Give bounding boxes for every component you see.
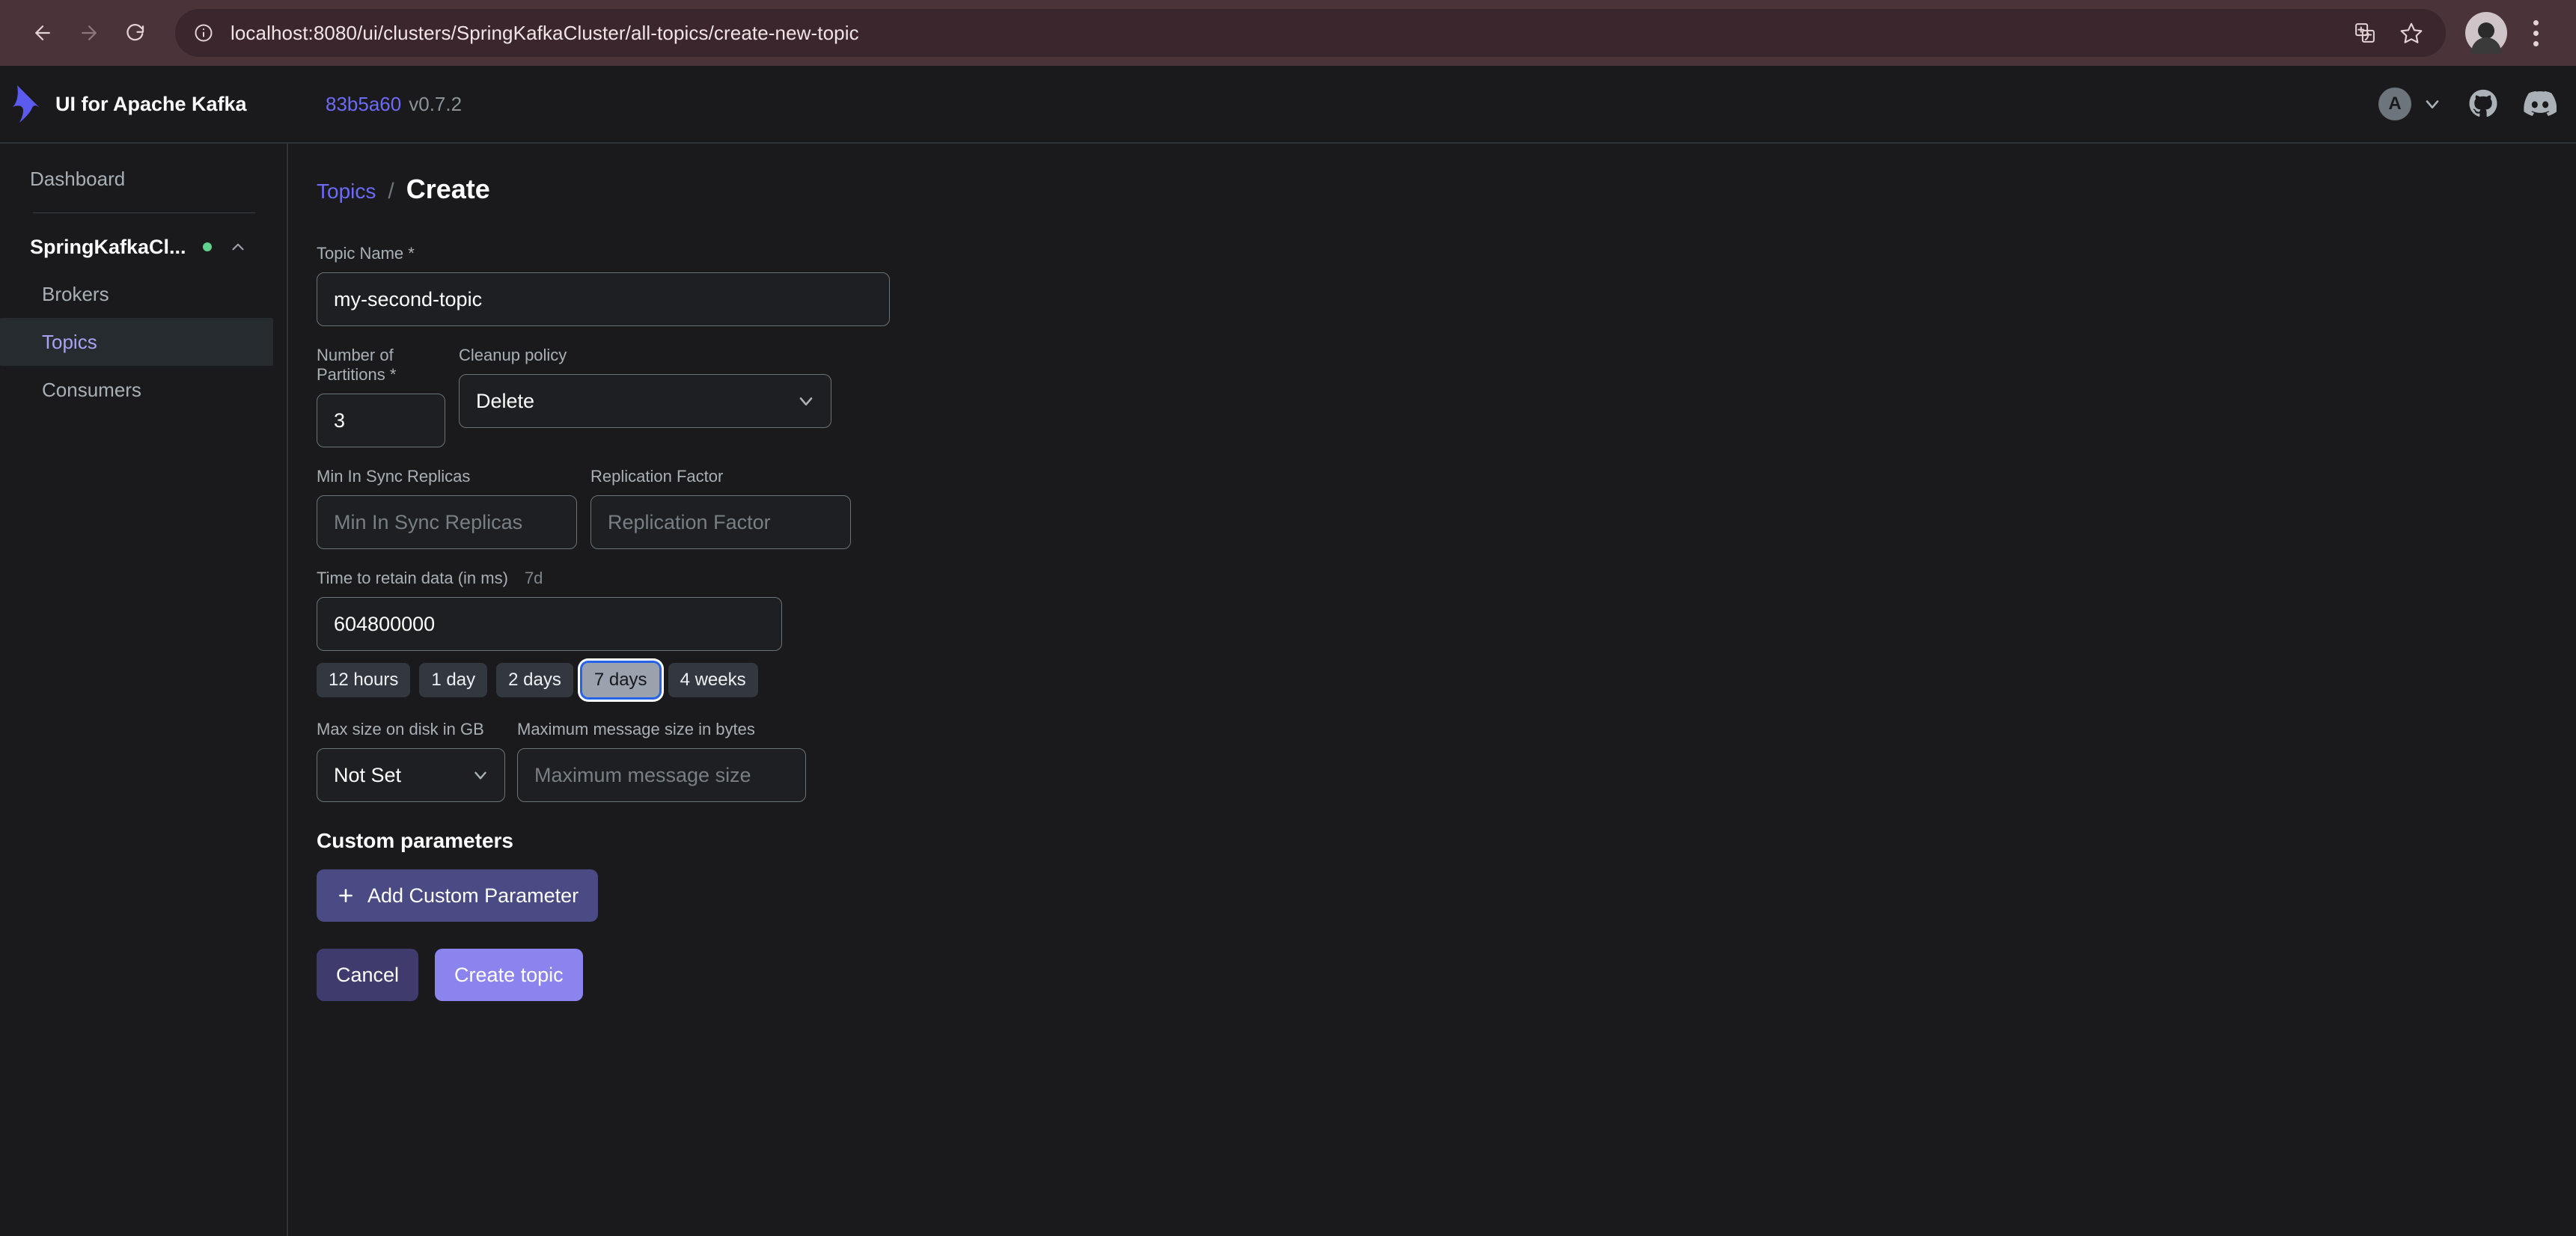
topic-name-label: Topic Name * (317, 244, 415, 263)
partitions-group: Number of Partitions * (317, 346, 445, 447)
retention-chip-7-days[interactable]: 7 days (582, 663, 659, 698)
sidebar-cluster-springkafkacluster[interactable]: SpringKafkaCl... (0, 224, 287, 270)
sidebar-item-topics[interactable]: Topics (0, 318, 273, 366)
min-in-sync-replicas-input[interactable] (317, 495, 577, 549)
form-actions: Cancel Create topic (317, 949, 2576, 1002)
kafka-ui-logo-icon (6, 81, 48, 127)
retention-label-text: Time to retain data (in ms) (317, 569, 508, 587)
back-icon[interactable] (19, 10, 66, 56)
replication-factor-group: Replication Factor (590, 467, 851, 549)
plus-icon (336, 886, 355, 905)
retention-input[interactable] (317, 597, 782, 651)
github-icon[interactable] (2468, 89, 2498, 119)
replication-factor-input[interactable] (590, 495, 851, 549)
topic-name-input[interactable] (317, 272, 890, 326)
sidebar-item-consumers[interactable]: Consumers (0, 366, 273, 414)
replication-factor-label: Replication Factor (590, 467, 724, 486)
address-bar[interactable]: localhost:8080/ui/clusters/SpringKafkaCl… (175, 9, 2446, 57)
retention-hint: 7d (524, 569, 543, 587)
max-message-size-input[interactable] (517, 748, 806, 803)
sidebar-divider (33, 212, 255, 213)
sidebar-item-label: Brokers (42, 282, 109, 305)
max-size-on-disk-group: Max size on disk in GB Not Set (317, 720, 505, 803)
cleanup-policy-value: Delete (476, 389, 535, 412)
cluster-name: SpringKafkaCl... (30, 235, 186, 258)
translate-icon[interactable] (2344, 12, 2386, 54)
commit-hash[interactable]: 83b5a60 (326, 93, 401, 115)
replicas-row: Min In Sync Replicas Replication Factor (317, 467, 2576, 549)
retention-group: Time to retain data (in ms) 7d 12 hours 1… (317, 569, 782, 698)
retention-presets: 12 hours 1 day 2 days 7 days 4 weeks (317, 663, 782, 698)
browser-right-actions (2465, 12, 2557, 54)
max-size-on-disk-select[interactable]: Not Set (317, 748, 505, 803)
topic-name-group: Topic Name * (317, 244, 890, 326)
sidebar-item-label: Topics (42, 330, 97, 353)
version-number: v0.7.2 (409, 92, 463, 115)
cluster-status-dot-icon (202, 242, 212, 251)
user-menu[interactable]: A (2378, 88, 2443, 120)
header-actions: A (2378, 88, 2557, 120)
version-info: 83b5a60 v0.7.2 (326, 93, 462, 116)
partitions-input[interactable] (317, 394, 445, 447)
forward-icon[interactable] (66, 10, 112, 56)
reload-icon[interactable] (112, 10, 159, 56)
retention-chip-4-weeks[interactable]: 4 weeks (668, 663, 758, 698)
chevron-up-icon[interactable] (228, 237, 248, 257)
sidebar: Dashboard SpringKafkaCl... Brokers Topic… (0, 144, 288, 1236)
breadcrumb-separator: / (388, 179, 394, 204)
kebab-menu-icon[interactable] (2515, 12, 2557, 54)
cancel-button[interactable]: Cancel (317, 949, 419, 1002)
retention-label: Time to retain data (in ms) 7d (317, 569, 782, 588)
cleanup-policy-group: Cleanup policy Delete (459, 346, 831, 447)
size-limits-row: Max size on disk in GB Not Set Maximum m… (317, 720, 2576, 803)
avatar: A (2378, 88, 2411, 120)
sidebar-item-brokers[interactable]: Brokers (0, 270, 273, 318)
app-header: UI for Apache Kafka 83b5a60 v0.7.2 A (0, 66, 2576, 144)
add-custom-parameter-label: Add Custom Parameter (367, 884, 579, 907)
brand[interactable]: UI for Apache Kafka (0, 81, 288, 127)
info-circle-icon[interactable] (189, 18, 219, 48)
sidebar-item-dashboard[interactable]: Dashboard (0, 156, 287, 202)
sidebar-item-label: Consumers (42, 378, 141, 401)
app-body: Dashboard SpringKafkaCl... Brokers Topic… (0, 144, 2576, 1236)
brand-name: UI for Apache Kafka (55, 92, 247, 115)
page-title: Create (406, 174, 490, 204)
breadcrumb-topics-link[interactable]: Topics (317, 180, 376, 204)
partitions-label: Number of Partitions * (317, 346, 397, 384)
partitions-policy-row: Number of Partitions * Cleanup policy De… (317, 346, 2576, 447)
min-in-sync-replicas-group: Min In Sync Replicas (317, 467, 577, 549)
cleanup-policy-label: Cleanup policy (459, 346, 567, 364)
min-in-sync-replicas-label: Min In Sync Replicas (317, 467, 471, 486)
max-size-on-disk-value: Not Set (334, 763, 402, 786)
retention-chip-12-hours[interactable]: 12 hours (317, 663, 411, 698)
chevron-down-icon[interactable] (2422, 94, 2443, 114)
breadcrumb: Topics / Create (317, 174, 2576, 205)
sidebar-item-label: Dashboard (30, 167, 126, 190)
custom-parameters-title: Custom parameters (317, 829, 513, 853)
cleanup-policy-select[interactable]: Delete (459, 374, 831, 428)
max-size-on-disk-label: Max size on disk in GB (317, 720, 484, 739)
retention-chip-2-days[interactable]: 2 days (496, 663, 573, 698)
star-icon[interactable] (2390, 12, 2432, 54)
add-custom-parameter-button[interactable]: Add Custom Parameter (317, 869, 599, 923)
create-topic-button[interactable]: Create topic (435, 949, 583, 1002)
url-text: localhost:8080/ui/clusters/SpringKafkaCl… (231, 21, 859, 44)
max-message-size-label: Maximum message size in bytes (517, 720, 755, 739)
retention-chip-1-day[interactable]: 1 day (419, 663, 488, 698)
discord-icon[interactable] (2524, 88, 2557, 120)
browser-toolbar: localhost:8080/ui/clusters/SpringKafkaCl… (0, 0, 2576, 66)
max-message-size-group: Maximum message size in bytes (517, 720, 806, 803)
profile-avatar[interactable] (2465, 12, 2507, 54)
main-content: Topics / Create Topic Name * Number of P… (288, 144, 2576, 1236)
